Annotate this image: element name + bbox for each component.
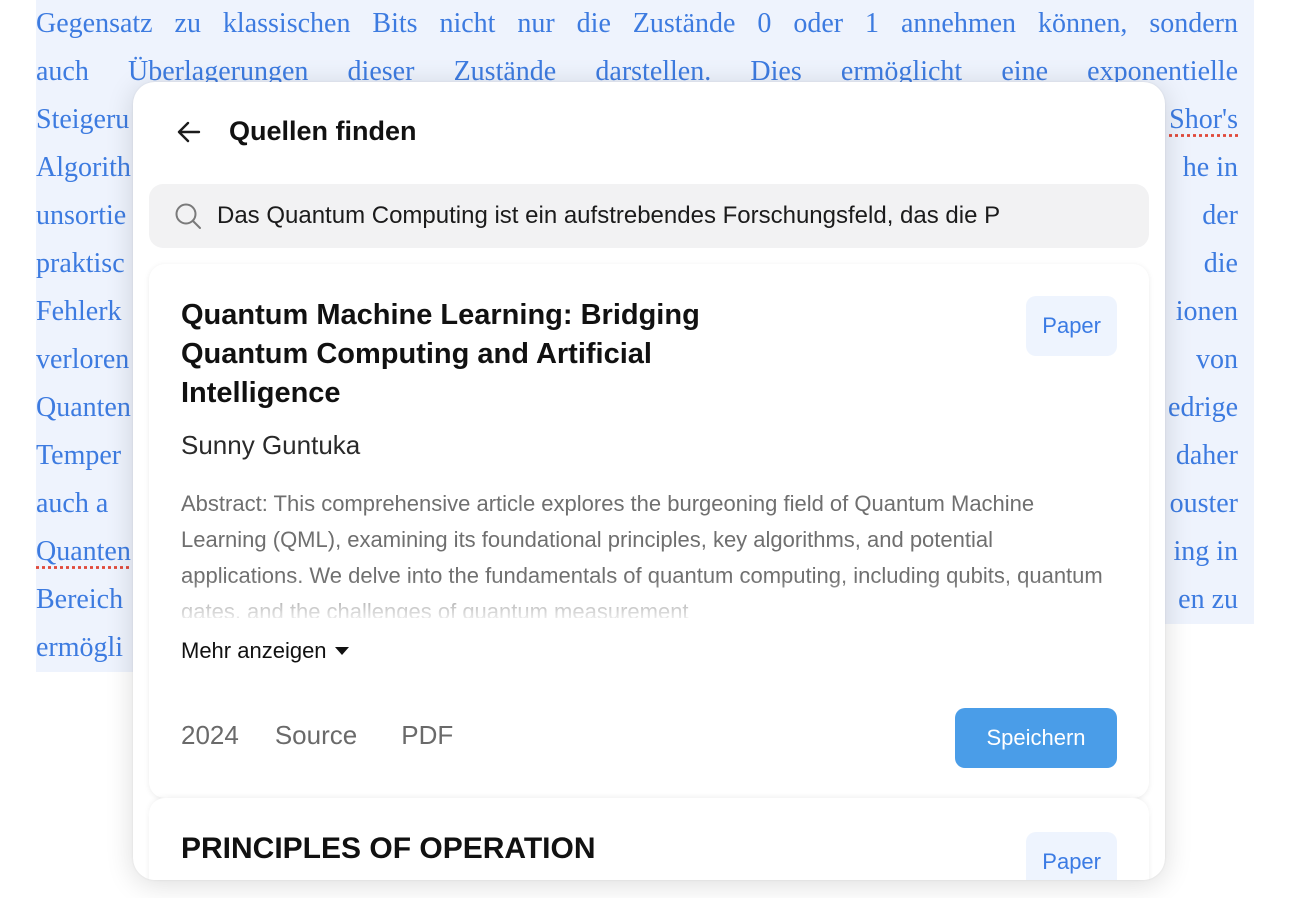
result-year: 2024	[181, 720, 239, 750]
doc-fragment: daher	[1175, 440, 1238, 471]
source-link[interactable]: Source	[275, 720, 357, 751]
doc-fragment: edrige	[1168, 392, 1238, 423]
search-icon	[175, 203, 201, 229]
back-button[interactable]	[169, 112, 209, 152]
result-authors: Sunny Guntuka	[181, 430, 361, 460]
result-meta: 2024 Source PDF	[181, 720, 497, 751]
doc-line: Steigeru	[36, 104, 130, 135]
doc-line: Bereich	[36, 584, 124, 615]
doc-fragment: en zu	[1178, 584, 1238, 615]
doc-fragment: he in	[1182, 152, 1238, 183]
show-more-button[interactable]: Mehr anzeigen	[181, 638, 349, 664]
doc-fragment: der	[1202, 200, 1238, 231]
doc-line: auch a	[36, 488, 109, 519]
doc-fragment: die	[1203, 248, 1238, 279]
doc-line: Gegensatz zu klassischen Bits nicht nur …	[36, 0, 1254, 48]
pdf-link[interactable]: PDF	[401, 720, 453, 751]
doc-line: Algorith	[36, 152, 131, 183]
type-badge: Paper	[1026, 296, 1117, 356]
doc-line: Quanten	[36, 536, 131, 567]
doc-line: Fehlerk	[36, 296, 122, 327]
doc-line: Quanten	[36, 392, 131, 423]
result-card: PRINCIPLES OF OPERATION Paper	[149, 798, 1149, 880]
result-card: Quantum Machine Learning: Bridging Quant…	[149, 264, 1149, 798]
panel-title: Quellen finden	[229, 116, 417, 146]
save-button[interactable]: Speichern	[955, 708, 1117, 768]
doc-line: praktisc	[36, 248, 125, 279]
result-title[interactable]: Quantum Machine Learning: Bridging Quant…	[181, 296, 701, 413]
result-abstract: Abstract: This comprehensive article exp…	[181, 491, 1103, 618]
type-badge: Paper	[1026, 832, 1117, 880]
doc-fragment: ing in	[1173, 536, 1238, 567]
sources-panel: Quellen finden Quantum Machine Learning:…	[133, 82, 1165, 880]
doc-line: Temper	[36, 440, 122, 471]
doc-fragment: ouster	[1169, 488, 1238, 519]
caret-down-icon	[334, 647, 349, 655]
doc-fragment: ionen	[1175, 296, 1238, 327]
arrow-left-icon	[177, 121, 201, 143]
panel-header: Quellen finden	[133, 82, 1165, 182]
doc-line: unsortie	[36, 200, 127, 231]
show-more-label: Mehr anzeigen	[181, 638, 327, 663]
search-bar[interactable]	[149, 184, 1149, 248]
result-title[interactable]: PRINCIPLES OF OPERATION	[181, 832, 595, 866]
search-input[interactable]	[217, 202, 1137, 230]
doc-fragment: Shor's	[1169, 104, 1238, 135]
doc-fragment: von	[1196, 344, 1238, 375]
doc-line: verloren	[36, 344, 130, 375]
